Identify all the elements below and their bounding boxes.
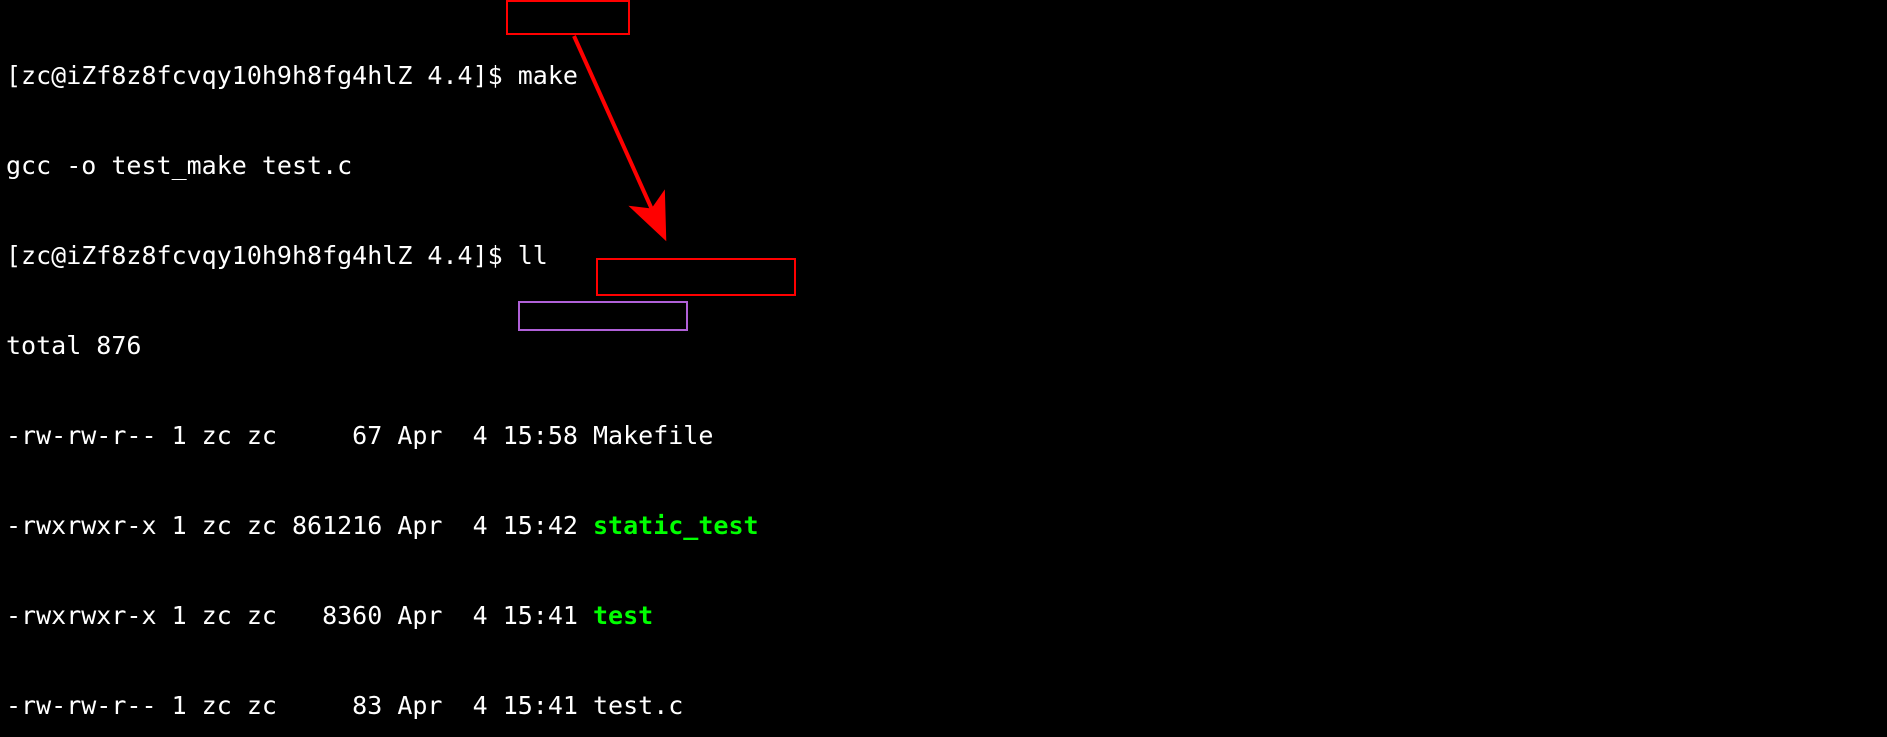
line-8: -rw-rw-r-- 1 zc zc 83 Apr 4 15:41 test.c [6,691,1881,721]
file-stat: -rw-rw-r-- 1 zc zc 83 Apr 4 15:41 [6,691,593,720]
prompt: [zc@iZf8z8fcvqy10h9h8fg4hlZ 4.4] [6,61,488,90]
file-stat: -rwxrwxr-x 1 zc zc 8360 Apr 4 15:41 [6,601,593,630]
line-4: total 876 [6,331,1881,361]
line-6: -rwxrwxr-x 1 zc zc 861216 Apr 4 15:42 st… [6,511,1881,541]
line-5: -rw-rw-r-- 1 zc zc 67 Apr 4 15:58 Makefi… [6,421,1881,451]
annotation-box-make [506,0,630,35]
command-make: make [518,61,578,90]
line-7: -rwxrwxr-x 1 zc zc 8360 Apr 4 15:41 test [6,601,1881,631]
line-3: [zc@iZf8z8fcvqy10h9h8fg4hlZ 4.4]$ ll [6,241,1881,271]
line-2: gcc -o test_make test.c [6,151,1881,181]
annotation-box-make-clean [518,301,688,331]
file-makefile: Makefile [593,421,713,450]
prompt: [zc@iZf8z8fcvqy10h9h8fg4hlZ 4.4] [6,241,488,270]
file-static-test: static_test [593,511,759,540]
dollar-sign: $ [488,61,518,90]
file-stat: -rwxrwxr-x 1 zc zc 861216 Apr 4 15:42 [6,511,593,540]
dollar-sign: $ [488,241,518,270]
file-test-c: test.c [593,691,683,720]
line-1: [zc@iZf8z8fcvqy10h9h8fg4hlZ 4.4]$ make [6,61,1881,91]
command-ll: ll [518,241,548,270]
terminal[interactable]: [zc@iZf8z8fcvqy10h9h8fg4hlZ 4.4]$ make g… [0,0,1887,737]
file-stat: -rw-rw-r-- 1 zc zc 67 Apr 4 15:58 [6,421,593,450]
file-test: test [593,601,653,630]
